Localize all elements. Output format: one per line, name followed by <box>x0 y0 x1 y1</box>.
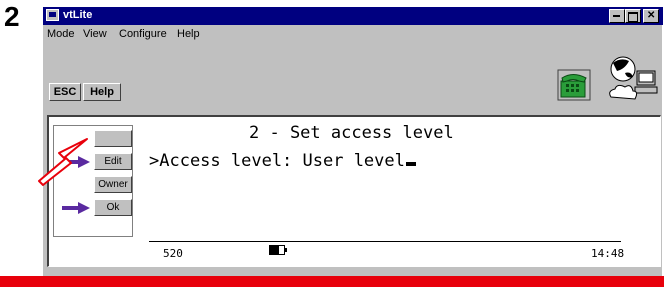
vtlite-window: vtLite ✕ Mode View Configure Help ESC He… <box>38 6 663 287</box>
status-divider <box>149 241 621 242</box>
minimize-icon <box>613 15 620 17</box>
window-title: vtLite <box>63 9 93 21</box>
maximize-button[interactable] <box>625 9 641 23</box>
close-button[interactable]: ✕ <box>643 9 659 23</box>
access-level-text: >Access level: User level <box>149 151 405 171</box>
minimize-button[interactable] <box>609 9 625 23</box>
owner-softkey[interactable]: Owner <box>94 176 132 193</box>
close-icon: ✕ <box>647 10 656 21</box>
menu-view[interactable]: View <box>83 28 107 40</box>
phone-icon[interactable] <box>557 69 591 101</box>
cursor <box>405 162 416 166</box>
status-time: 14:48 <box>591 247 625 260</box>
title-bar[interactable]: vtLite ✕ <box>43 7 663 25</box>
status-number: 520 <box>163 247 183 260</box>
app-icon[interactable] <box>46 9 59 21</box>
network-icon[interactable] <box>603 51 661 105</box>
menu-mode[interactable]: Mode <box>47 28 75 40</box>
menu-help[interactable]: Help <box>177 28 200 40</box>
terminal-screen: Edit Owner Ok 2 - Set access level >Acce… <box>47 115 661 267</box>
edit-softkey[interactable]: Edit <box>94 153 132 170</box>
step-number: 2 <box>4 1 20 32</box>
maximize-icon <box>628 12 638 22</box>
access-level-line: >Access level: User level <box>149 151 416 171</box>
menu-configure[interactable]: Configure <box>119 28 167 40</box>
pointer-arrow-icon <box>38 138 88 186</box>
help-button[interactable]: Help <box>83 83 121 101</box>
battery-icon <box>269 245 287 255</box>
ok-softkey[interactable]: Ok <box>94 199 132 216</box>
esc-button[interactable]: ESC <box>49 83 81 101</box>
bottom-bar <box>0 276 664 287</box>
screen-title: 2 - Set access level <box>249 123 454 143</box>
softkey-1[interactable] <box>94 130 132 147</box>
arrow-icon <box>62 202 90 214</box>
